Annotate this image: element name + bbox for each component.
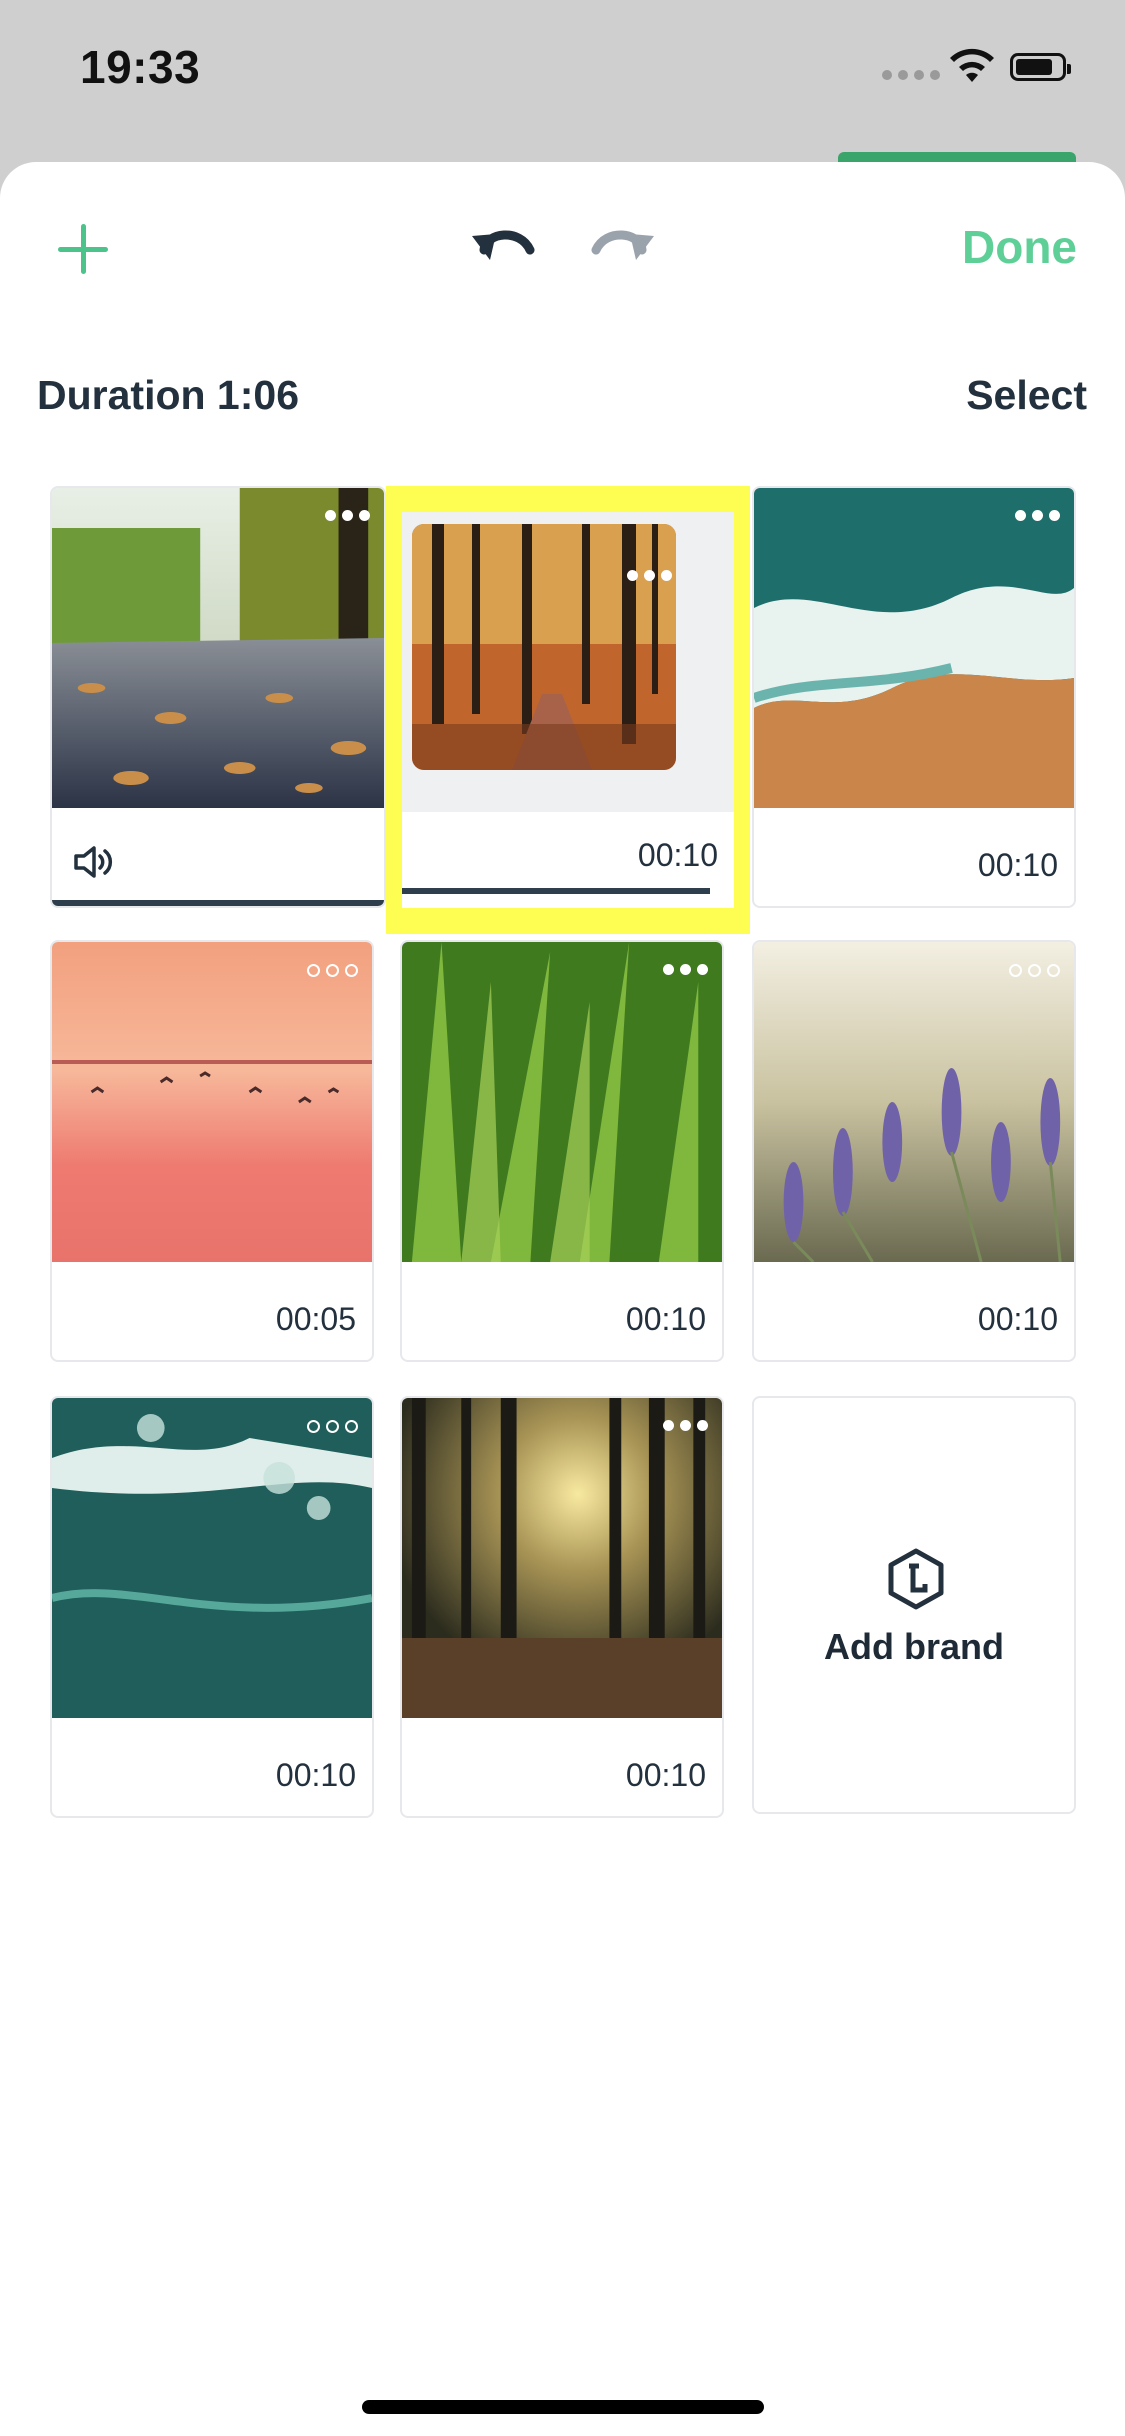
more-options-icon[interactable] [627, 570, 672, 581]
status-bar: 19:33 [0, 0, 1125, 160]
more-options-icon[interactable] [1015, 510, 1060, 521]
more-options-icon[interactable] [663, 1420, 708, 1431]
clip-duration: 00:10 [625, 1757, 706, 1793]
clip-thumbnail [52, 488, 384, 808]
add-icon[interactable] [58, 224, 108, 274]
clip-duration: 00:10 [977, 847, 1058, 883]
speaker-icon[interactable] [72, 842, 116, 882]
undo-icon[interactable] [470, 220, 536, 268]
clip-thumbnail [52, 942, 372, 1262]
more-options-icon[interactable] [663, 964, 708, 975]
battery-icon [1010, 53, 1071, 81]
clip-duration: 00:10 [637, 837, 718, 873]
clip-card[interactable]: 00:10 [400, 1396, 724, 1818]
more-options-icon[interactable] [307, 1420, 358, 1433]
select-button[interactable]: Select [966, 372, 1087, 419]
clip-thumbnail [754, 488, 1074, 808]
clip-card[interactable]: 00:10 [400, 940, 724, 1362]
clip-thumbnail [412, 524, 676, 770]
clip-thumbnail [402, 1398, 722, 1718]
cellular-signal-icon [882, 70, 940, 80]
home-indicator[interactable] [362, 2400, 764, 2414]
add-brand-card[interactable]: Add brand [752, 1396, 1076, 1814]
clip-duration: 00:05 [275, 1301, 356, 1337]
clip-card-selected[interactable]: 00:10 [402, 512, 734, 908]
clip-card[interactable]: 00:10 [50, 1396, 374, 1818]
clip-thumbnail [402, 942, 722, 1262]
clip-progress-bar [402, 888, 710, 894]
clip-card[interactable] [50, 486, 386, 908]
clip-card[interactable]: 00:10 [752, 486, 1076, 908]
status-time: 19:33 [80, 41, 201, 93]
background-button-peek [838, 152, 1076, 162]
duration-label: Duration 1:06 [37, 372, 299, 418]
redo-icon[interactable] [590, 220, 656, 268]
wifi-icon [950, 48, 994, 82]
clip-duration: 00:10 [977, 1301, 1058, 1337]
add-brand-label: Add brand [824, 1626, 1004, 1667]
more-options-icon[interactable] [307, 964, 358, 977]
selected-clip-highlight: 00:10 [386, 486, 750, 934]
sheet-toolbar: Done [0, 162, 1125, 332]
clip-thumbnail [754, 942, 1074, 1262]
more-options-icon[interactable] [1009, 964, 1060, 977]
clip-duration: 00:10 [625, 1301, 706, 1337]
done-button[interactable]: Done [962, 220, 1077, 274]
brand-logo-icon [888, 1548, 944, 1610]
more-options-icon[interactable] [325, 510, 370, 521]
clip-progress-bar [52, 900, 384, 906]
clip-card[interactable]: 00:10 [752, 940, 1076, 1362]
clip-card[interactable]: 00:05 [50, 940, 374, 1362]
clip-duration: 00:10 [275, 1757, 356, 1793]
clip-thumbnail [52, 1398, 372, 1718]
